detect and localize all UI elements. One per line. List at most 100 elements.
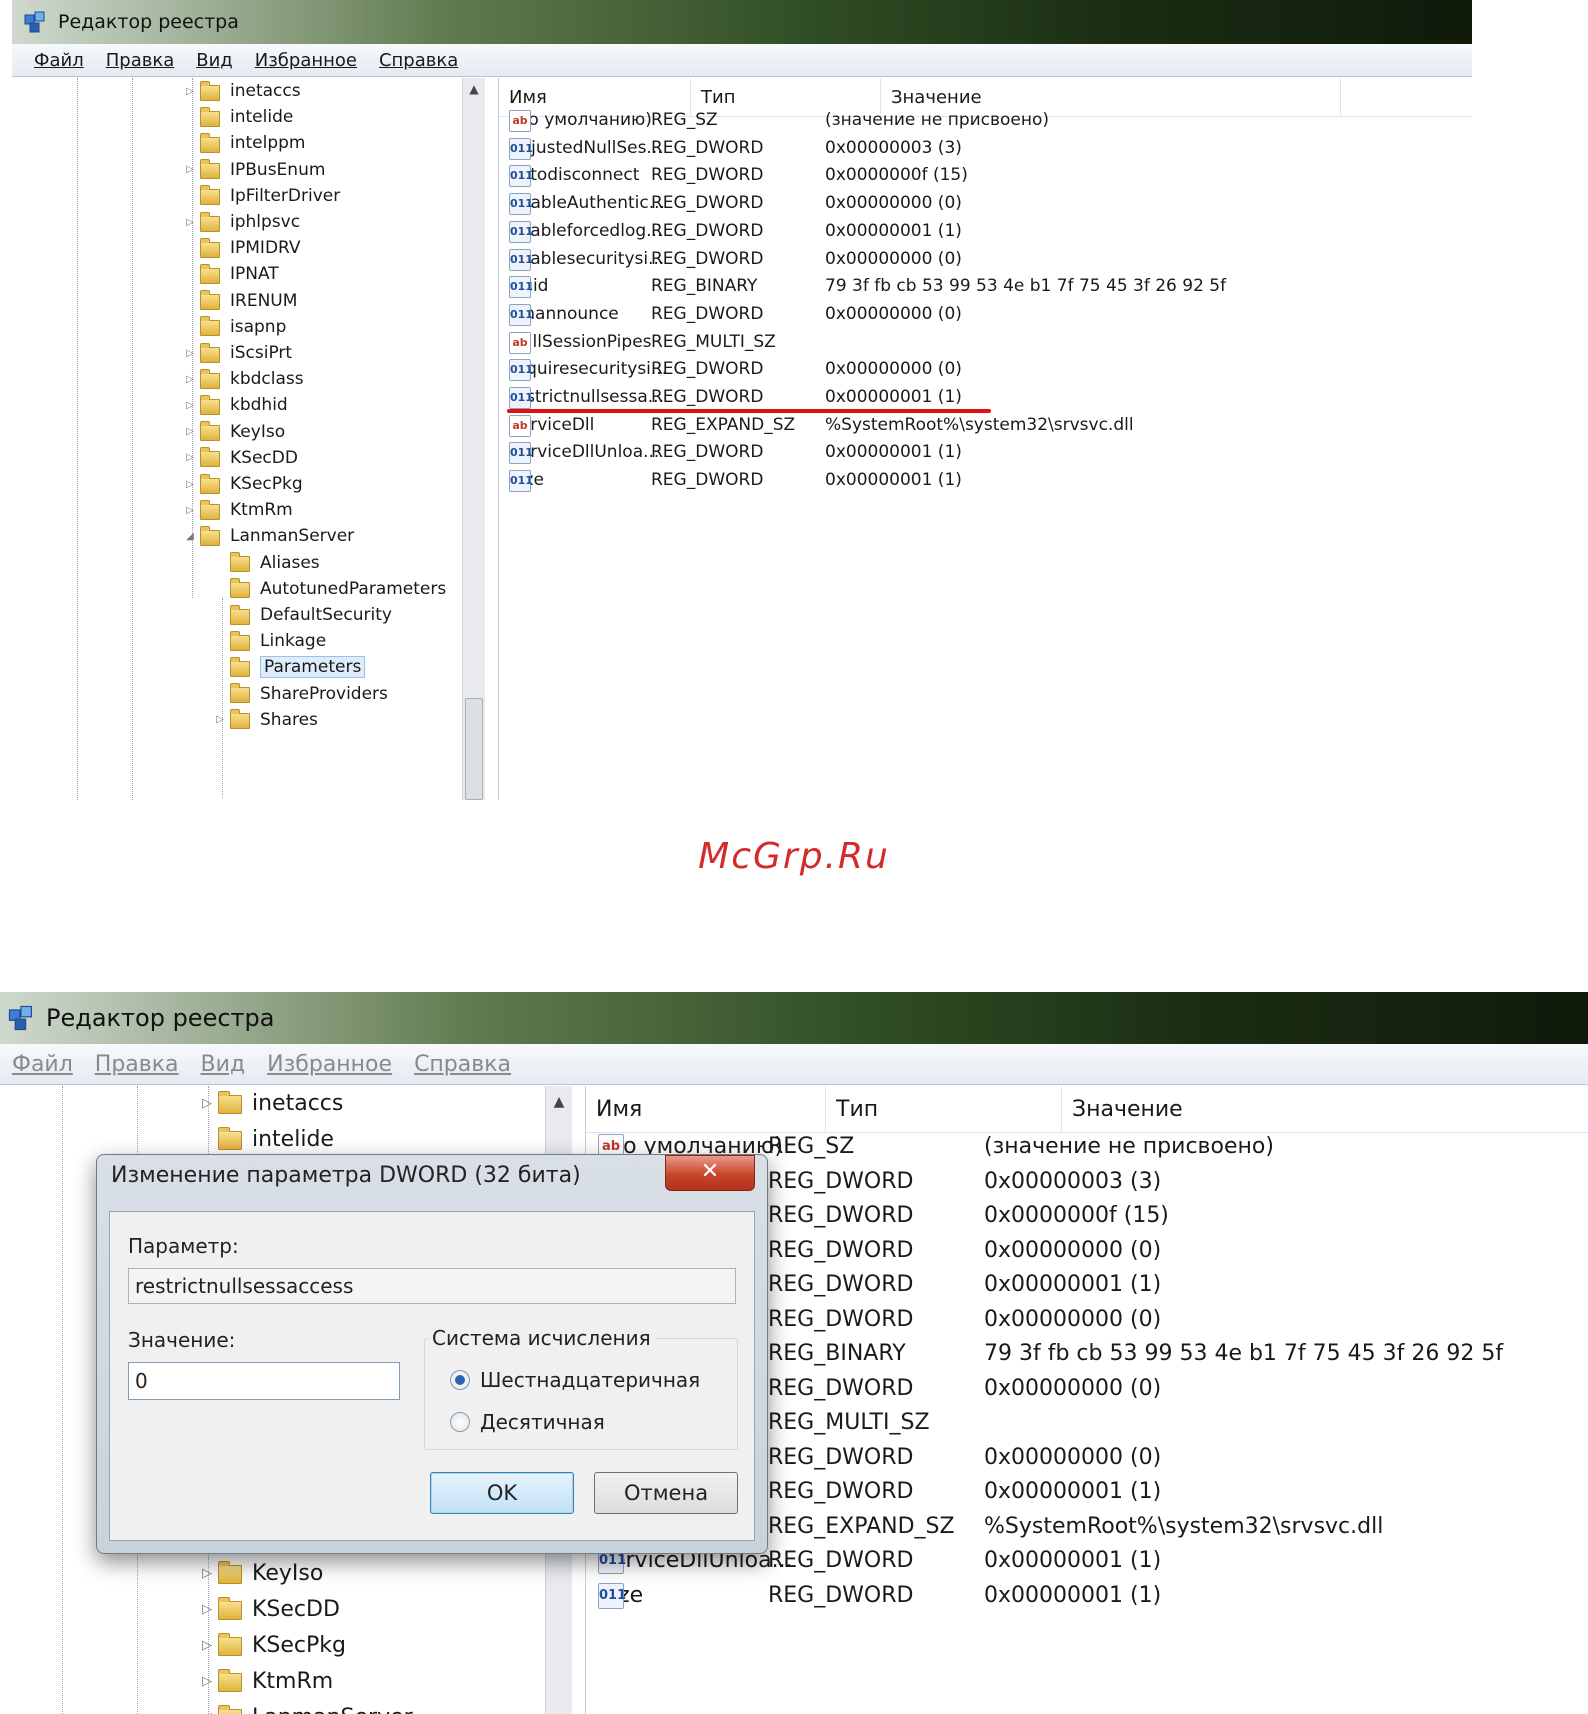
scroll-thumb[interactable]: [465, 698, 483, 800]
tree-item[interactable]: Linkage: [210, 628, 326, 654]
expand-arrow-icon[interactable]: ▷: [196, 1566, 218, 1581]
value-input[interactable]: 0: [128, 1362, 400, 1400]
cancel-button[interactable]: Отмена: [594, 1472, 738, 1514]
tree-item[interactable]: ▷ KtmRm: [180, 497, 293, 523]
expand-arrow-icon[interactable]: ▷: [210, 714, 230, 725]
expand-arrow-icon[interactable]: ◢: [196, 1710, 218, 1714]
value-data: %SystemRoot%\system32\srvsvc.dll: [984, 1513, 1384, 1539]
value-row[interactable]: 011 autodisconnect REG_DWORD 0x0000000f (15…: [499, 165, 1472, 193]
column-type[interactable]: Тип: [826, 1086, 1062, 1132]
tree-item[interactable]: ▷ KSecDD: [180, 445, 298, 471]
radio-dec[interactable]: Десятичная: [450, 1410, 605, 1434]
value-row[interactable]: 011 enablesecuritysi... REG_DWORD 0x0000000…: [499, 248, 1472, 277]
menu-item-1[interactable]: Правка: [95, 1052, 179, 1077]
radio-hex[interactable]: Шестнадцатеричная: [450, 1368, 700, 1392]
menu-item-3[interactable]: Избранное: [255, 50, 357, 71]
radio-dec-button[interactable]: [450, 1412, 470, 1432]
expand-arrow-icon[interactable]: ▷: [196, 1674, 218, 1689]
tree-scrollbar[interactable]: ▲: [462, 78, 485, 800]
value-row[interactable]: ab NullSessionPipes REG_MULTI_SZ: [499, 331, 1472, 360]
tree-item[interactable]: ▷ iScsiPrt: [180, 340, 292, 366]
tree-item[interactable]: intelide: [196, 1122, 334, 1156]
expand-arrow-icon[interactable]: ▷: [180, 505, 200, 516]
menu-item-3[interactable]: Избранное: [267, 1052, 392, 1077]
tree-item[interactable]: DefaultSecurity: [210, 602, 392, 628]
expand-arrow-icon[interactable]: ▷: [180, 86, 200, 97]
tree-item[interactable]: Aliases: [210, 550, 320, 576]
expand-arrow-icon[interactable]: ▷: [196, 1096, 218, 1111]
tree-item[interactable]: Parameters: [210, 654, 366, 680]
value-row[interactable]: 011Size REG_DWORD 0x00000001 (1): [499, 470, 1472, 498]
tree-item[interactable]: intelide: [180, 104, 293, 130]
tree-item[interactable]: AutotunedParameters: [210, 576, 446, 602]
menu-item-2[interactable]: Вид: [196, 50, 233, 71]
value-data: 0x00000000 (0): [825, 193, 962, 214]
tree-item[interactable]: ▷ Shares: [210, 707, 318, 733]
values-list: Имя Тип Значение ab (По умолчанию) REG_SZ(…: [498, 78, 1472, 800]
scroll-up-arrow[interactable]: ▲: [463, 82, 485, 96]
expand-arrow-icon[interactable]: ▷: [196, 1602, 218, 1617]
tree-item[interactable]: intelppm: [180, 130, 306, 156]
value-row[interactable]: 011 Lmannounce REG_DWORD 0x00000000 (0): [499, 303, 1472, 332]
tree-item[interactable]: ▷ KSecPkg: [196, 1628, 346, 1662]
folder-icon: [230, 656, 250, 677]
tree-item[interactable]: ▷ KeyIso: [196, 1556, 323, 1590]
tree-item[interactable]: ▷ inetaccs: [180, 78, 301, 104]
expand-arrow-icon[interactable]: ▷: [180, 452, 200, 463]
folder-icon: [200, 447, 220, 468]
menu-item-4[interactable]: Справка: [379, 50, 458, 71]
column-name[interactable]: Имя: [586, 1086, 826, 1132]
expand-arrow-icon[interactable]: ▷: [180, 400, 200, 411]
expand-arrow-icon[interactable]: ▷: [180, 217, 200, 228]
menu-item-1[interactable]: Правка: [106, 50, 175, 71]
tree-item[interactable]: ▷ KSecDD: [196, 1592, 340, 1626]
scroll-up-arrow[interactable]: ▲: [546, 1094, 572, 1110]
menu-item-4[interactable]: Справка: [414, 1052, 511, 1077]
value-row[interactable]: 011 EnableAuthentic... REG_DWORD 0x00000000…: [499, 193, 1472, 221]
expand-arrow-icon[interactable]: ▷: [180, 164, 200, 175]
close-button[interactable]: ✕: [665, 1155, 755, 1191]
tree-item-label: inetaccs: [230, 81, 301, 102]
value-row[interactable]: 011Size REG_DWORD 0x00000001 (1): [586, 1582, 1588, 1618]
ok-button[interactable]: OK: [430, 1472, 574, 1514]
value-row[interactable]: 011 requiresecuritysi... REG_DWORD 0x000000…: [499, 359, 1472, 387]
menu-item-0[interactable]: Файл: [12, 1052, 73, 1077]
tree-item[interactable]: ▷ KtmRm: [196, 1664, 333, 1698]
expand-arrow-icon[interactable]: ▷: [196, 1638, 218, 1653]
value-row[interactable]: abServiceDll REG_EXPAND_SZ %SystemRoot%\sy…: [499, 414, 1472, 443]
value-row[interactable]: 011Guid REG_BINARY 79 3f fb cb 53 99 53 4e…: [499, 276, 1472, 304]
tree-item[interactable]: IRENUM: [180, 288, 297, 314]
tree-item[interactable]: ▷ iphlpsvc: [180, 209, 300, 235]
value-row[interactable]: ab (По умолчанию) REG_SZ (значение не присв…: [499, 110, 1472, 138]
value-row[interactable]: 011 enableforcedlog... REG_DWORD 0x00000001…: [499, 220, 1472, 249]
tree-item[interactable]: ▷ inetaccs: [196, 1086, 343, 1120]
tree-item[interactable]: IPNAT: [180, 261, 279, 287]
column-value[interactable]: Значение: [1062, 1086, 1588, 1132]
tree-item[interactable]: ▷ IPBusEnum: [180, 157, 325, 183]
tree-item[interactable]: isapnp: [180, 314, 286, 340]
value-name: 011Size: [598, 1582, 643, 1609]
tree-item-label: iScsiPrt: [230, 343, 293, 364]
value-row[interactable]: 011 AdjustedNullSes... REG_DWORD 0x00000003…: [499, 137, 1472, 166]
tree-item[interactable]: ▷ KSecPkg: [180, 471, 303, 497]
tree-item[interactable]: ◢ LanmanServer: [196, 1700, 413, 1714]
radio-hex-button[interactable]: [450, 1370, 470, 1390]
menu-item-2[interactable]: Вид: [201, 1052, 246, 1077]
tree-item[interactable]: ▷ KeyIso: [180, 419, 285, 445]
menu-item-0[interactable]: Файл: [34, 50, 84, 71]
tree-item[interactable]: ▷ kbdhid: [180, 392, 288, 418]
tree-item[interactable]: ShareProviders: [210, 681, 388, 707]
title-bar: Редактор реестра: [0, 992, 1588, 1044]
value-name: 011 enablesecuritysi...: [509, 248, 664, 271]
expand-arrow-icon[interactable]: ◢: [180, 531, 200, 542]
expand-arrow-icon[interactable]: ▷: [180, 374, 200, 385]
expand-arrow-icon[interactable]: ▷: [180, 348, 200, 359]
value-row[interactable]: 011 ServiceDllUnloa... REG_DWORD 0x00000001…: [499, 442, 1472, 470]
expand-arrow-icon[interactable]: ▷: [180, 426, 200, 437]
tree-item[interactable]: IpFilterDriver: [180, 183, 340, 209]
tree-item-label: kbdhid: [230, 395, 288, 416]
expand-arrow-icon[interactable]: ▷: [180, 479, 200, 490]
tree-item[interactable]: ◢ LanmanServer: [180, 523, 354, 549]
tree-item[interactable]: ▷ kbdclass: [180, 366, 304, 392]
tree-item[interactable]: IPMIDRV: [180, 235, 301, 261]
